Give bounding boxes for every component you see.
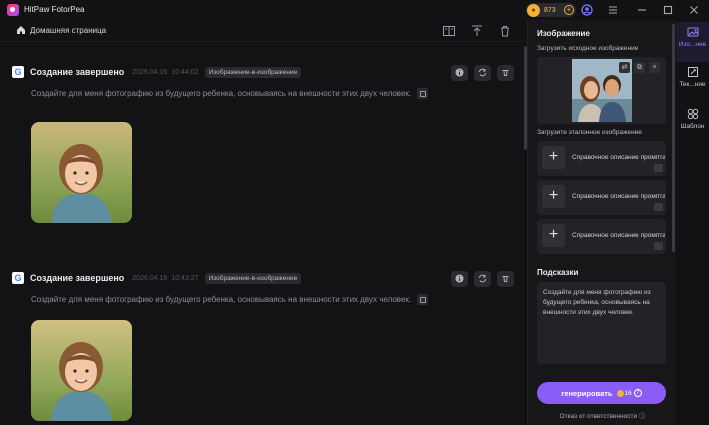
template-icon <box>687 108 698 120</box>
maximize-icon[interactable] <box>662 4 674 16</box>
minimize-icon[interactable] <box>636 4 648 16</box>
result-prompt: Создайте для меня фотографию из будущего… <box>31 294 429 305</box>
image-icon <box>654 164 663 172</box>
reference-upload-slot[interactable]: + Справочное описание промпта <box>537 180 666 215</box>
hints-section-title: Подсказки <box>537 268 579 277</box>
app-logo-icon <box>7 4 19 16</box>
mode-tag: Изображение-в-изображение <box>204 66 302 78</box>
generate-cost: 16 <box>624 389 632 397</box>
delete-image-icon[interactable]: × <box>649 62 660 73</box>
copy-icon[interactable] <box>417 88 429 99</box>
result-prompt: Создайте для меня фотографию из будущего… <box>31 88 429 99</box>
reference-upload-slot[interactable]: + Справочное описание промпта <box>537 219 666 254</box>
google-model-icon: G <box>12 66 24 78</box>
nav-image[interactable]: Изо...ние <box>676 22 709 62</box>
results-feed: G Создание завершено 2026.04.16 10:44:02… <box>0 43 525 425</box>
regenerate-button[interactable] <box>474 65 491 81</box>
info-button[interactable] <box>451 271 468 287</box>
delete-all-icon[interactable] <box>498 24 512 38</box>
coin-icon: ● <box>527 3 540 17</box>
image-icon <box>687 27 698 37</box>
copy-icon[interactable] <box>417 294 429 305</box>
title-bar: HitPaw FotorPea ● 873 + <box>0 0 709 20</box>
generated-child-image[interactable] <box>31 122 132 223</box>
copy-image-icon[interactable]: ⧉ <box>634 62 645 73</box>
info-button[interactable] <box>451 65 468 81</box>
replace-image-icon[interactable]: ⇄ <box>619 62 630 73</box>
nav-template[interactable]: Шаблон <box>676 104 709 144</box>
coin-count: 873 <box>544 6 556 14</box>
result-status-title: Создание завершено <box>30 273 125 283</box>
page-header: Домашняя страница <box>0 20 527 42</box>
upload-icon[interactable] <box>470 24 484 38</box>
reference-prompt-label: Справочное описание промпта <box>572 193 665 200</box>
nav-template-label: Шаблон <box>680 123 705 130</box>
prompt-text: Создайте для меня фотографию из будущего… <box>31 89 412 98</box>
image-icon <box>654 203 663 211</box>
user-icon[interactable] <box>581 4 593 16</box>
image-icon <box>654 242 663 250</box>
text-edit-icon <box>687 67 698 77</box>
menu-icon[interactable] <box>607 4 619 16</box>
compare-icon[interactable] <box>442 24 456 38</box>
generate-button[interactable]: генерировать 16 ? <box>537 382 666 404</box>
result-date: 2026.04.16 <box>132 68 168 76</box>
image-section-title: Изображение <box>537 29 590 38</box>
delete-button[interactable] <box>497 271 514 287</box>
help-icon[interactable]: ? <box>633 389 642 397</box>
mode-tag: Изображение-в-изображение <box>204 272 302 284</box>
generate-label: генерировать <box>561 388 613 398</box>
nav-text-edit-label: Тек...ние <box>679 81 706 88</box>
settings-panel: Изображение Загрузить исходное изображен… <box>527 20 676 425</box>
coin-balance-badge[interactable]: ● 873 + <box>526 3 576 17</box>
result-time: 10:44:02 <box>171 68 199 76</box>
upload-source-label: Загрузить исходное изображение <box>537 45 639 52</box>
tool-sidebar: Изо...ние Тек...ние Шаблон <box>676 20 709 425</box>
result-card: G Создание завершено 2026.04.16 10:44:02… <box>0 43 525 248</box>
result-status-title: Создание завершено <box>30 67 125 77</box>
nav-text-edit[interactable]: Тек...ние <box>676 62 709 102</box>
result-card: G Создание завершено 2026.04.16 10:43:27… <box>0 249 525 425</box>
app-title: HitPaw FotorPea <box>24 5 85 14</box>
add-coins-icon[interactable]: + <box>564 5 574 15</box>
info-icon: ⓘ <box>638 413 646 420</box>
result-date: 2026.04.16 <box>132 274 168 282</box>
reference-upload-slot[interactable]: + Справочное описание промпта <box>537 141 666 176</box>
disclaimer-link[interactable]: Отказ от ответственности ⓘ <box>528 410 677 420</box>
regenerate-button[interactable] <box>474 271 491 287</box>
prompt-text: Создайте для меня фотографию из будущего… <box>31 295 412 304</box>
panel-scrollbar[interactable] <box>672 24 675 252</box>
prompt-textarea[interactable]: Создайте для меня фотографию из будущего… <box>537 282 666 364</box>
google-model-icon: G <box>12 272 24 284</box>
app-window: HitPaw FotorPea ● 873 + Домашняя страниц… <box>0 0 709 425</box>
breadcrumb[interactable]: Домашняя страница <box>30 26 106 35</box>
source-image-upload[interactable]: ⇄ ⧉ × <box>537 57 666 124</box>
reference-prompt-label: Справочное описание промпта <box>572 154 665 161</box>
generated-child-image[interactable] <box>31 320 132 421</box>
home-icon[interactable] <box>16 25 26 35</box>
nav-image-label: Изо...ние <box>678 41 707 48</box>
disclaimer-text: Отказ от ответственности <box>559 413 638 420</box>
delete-button[interactable] <box>497 65 514 81</box>
add-icon: + <box>542 146 565 169</box>
coin-icon <box>616 389 624 397</box>
reference-prompt-label: Справочное описание промпта <box>572 232 665 239</box>
close-icon[interactable] <box>688 4 700 16</box>
prompt-text: Создайте для меня фотографию из будущего… <box>543 289 651 316</box>
reference-image-label: Загрузите эталонное изображение <box>537 129 642 136</box>
result-time: 10:43:27 <box>171 274 199 282</box>
add-icon: + <box>542 224 565 247</box>
add-icon: + <box>542 185 565 208</box>
